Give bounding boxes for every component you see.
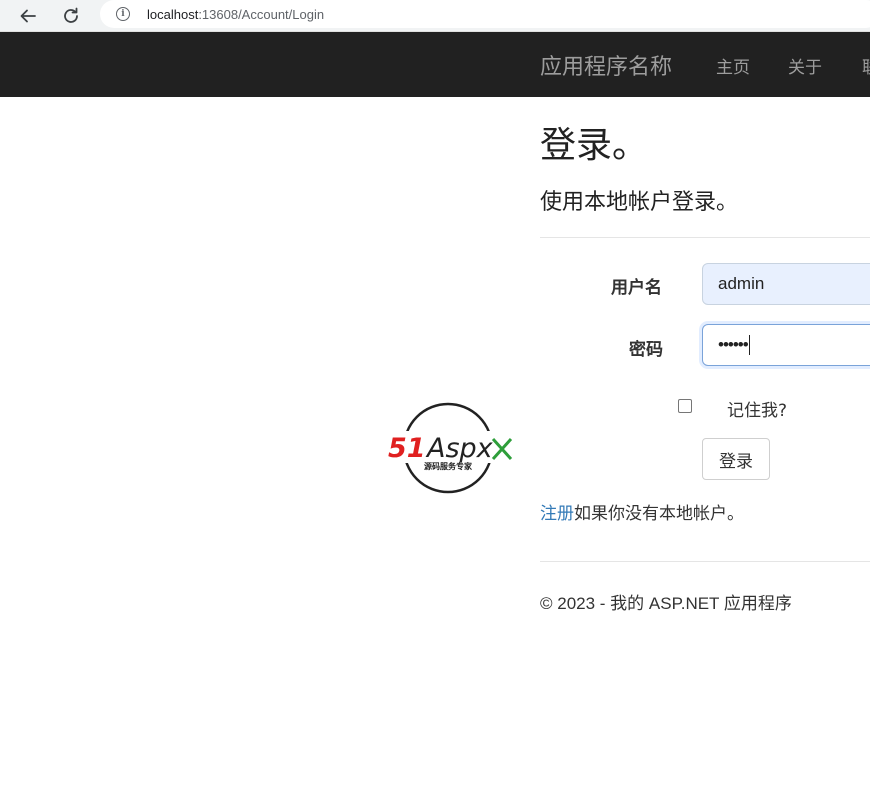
back-button[interactable] xyxy=(15,3,41,29)
reload-button[interactable] xyxy=(58,3,84,29)
watermark-logo: 51 Aspx 源码服务专家 xyxy=(388,402,513,494)
remember-me-label[interactable]: 记住我? xyxy=(727,396,787,421)
register-line: 注册如果你没有本地帐户。 xyxy=(540,499,744,524)
nav-link-home[interactable]: 主页 xyxy=(716,53,750,78)
register-suffix: 如果你没有本地帐户。 xyxy=(574,504,744,524)
register-link[interactable]: 注册 xyxy=(540,504,574,524)
divider xyxy=(540,237,870,238)
address-bar[interactable]: i localhost:13608/Account/Login xyxy=(100,0,870,28)
page-title: 登录。 xyxy=(540,125,649,166)
username-value: admin xyxy=(718,274,765,293)
password-input[interactable]: •••••• xyxy=(702,324,870,366)
page-subtitle: 使用本地帐户登录。 xyxy=(540,190,739,215)
login-button[interactable]: 登录 xyxy=(702,438,770,480)
logo-brand-red: 51 xyxy=(388,433,426,464)
password-value: •••••• xyxy=(718,335,749,354)
url-path: :13608/Account/Login xyxy=(198,6,325,22)
site-info-icon[interactable]: i xyxy=(116,7,130,21)
footer-divider xyxy=(540,561,870,562)
footer-text: © 2023 - 我的 ASP.NET 应用程序 xyxy=(540,594,792,613)
logo-slogan: 源码服务专家 xyxy=(424,461,473,471)
nav-link-contact[interactable]: 联 xyxy=(862,53,870,78)
nav-link-about[interactable]: 关于 xyxy=(788,53,822,78)
username-label: 用户名 xyxy=(611,278,662,298)
logo-brand-dark: Aspx xyxy=(425,433,494,464)
reload-icon xyxy=(64,7,78,23)
navbar-brand[interactable]: 应用程序名称 xyxy=(540,49,672,81)
browser-toolbar: i localhost:13608/Account/Login xyxy=(0,0,870,32)
password-label: 密码 xyxy=(629,340,663,360)
top-navbar: 应用程序名称 主页 关于 联 xyxy=(0,32,870,97)
text-caret xyxy=(748,335,750,355)
username-input[interactable]: admin xyxy=(702,263,870,305)
remember-me-checkbox[interactable] xyxy=(678,399,692,413)
url-host: localhost xyxy=(147,6,199,22)
arrow-left-icon xyxy=(20,9,36,23)
url-text: localhost:13608/Account/Login xyxy=(147,7,324,22)
